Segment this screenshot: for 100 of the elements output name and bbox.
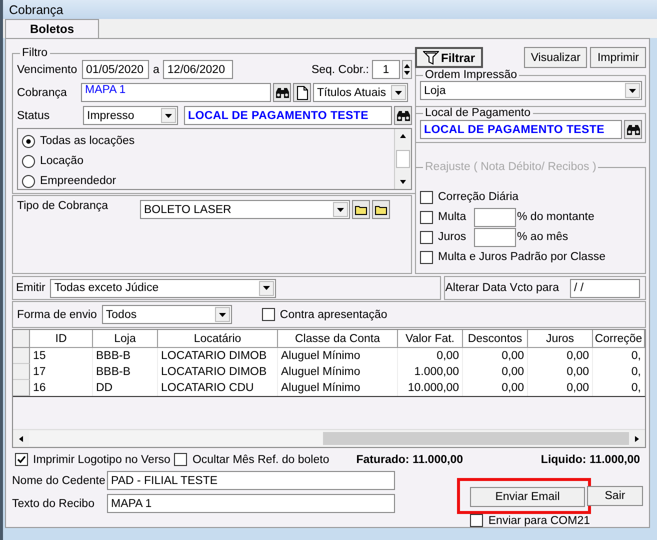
table-cell: 0,00	[463, 348, 528, 364]
checkbox-label: Ocultar Mês Ref. do boleto	[192, 454, 330, 466]
checkbox[interactable]	[15, 453, 28, 466]
unit-label: % ao mês	[517, 231, 568, 243]
filter-button[interactable]: Filtrar	[415, 47, 484, 68]
column-header[interactable]: Juros	[528, 330, 593, 348]
table-cell: Aluguel Mínimo	[278, 380, 398, 396]
radio-button[interactable]	[22, 174, 35, 188]
search-button[interactable]	[624, 120, 642, 139]
spinner-icon[interactable]	[402, 60, 412, 79]
binoculars-icon	[274, 86, 290, 98]
text-field[interactable]: LOCAL DE PAGAMENTO TESTE	[184, 106, 392, 125]
scrollbar[interactable]	[394, 129, 411, 189]
folder-button[interactable]	[352, 200, 370, 219]
checkbox-label: Multa	[438, 211, 468, 223]
percent-field[interactable]	[474, 228, 516, 246]
field-label: Forma de envio	[17, 308, 98, 320]
checkbox[interactable]	[262, 308, 275, 321]
column-header[interactable]: ID	[30, 330, 93, 348]
field-label: Texto do Recibo	[12, 498, 96, 510]
checkbox-label: Contra apresentação	[280, 308, 388, 320]
checkbox-label: Multa e Juros Padrão por Classe	[438, 251, 606, 263]
caret-icon	[629, 88, 636, 92]
column-header[interactable]: Valor Fat.	[398, 330, 463, 348]
window-title: Cobrança	[9, 2, 64, 16]
percent-field[interactable]	[474, 208, 516, 226]
dropdown[interactable]: Todos	[102, 305, 232, 324]
number-field[interactable]: 1	[372, 60, 400, 79]
exit-button[interactable]: Sair	[587, 486, 643, 506]
group-title: Local de Pagamento	[424, 107, 532, 119]
date-field[interactable]: / /	[570, 278, 640, 298]
caret-icon	[395, 90, 402, 94]
table-cell: LOCATARIO CDU	[158, 380, 278, 396]
new-document-button[interactable]	[293, 83, 311, 102]
total-label: Liquido: 11.000,00	[540, 454, 640, 466]
column-header[interactable]: Classe da Conta	[278, 330, 398, 348]
field-label: Alterar Data Vcto para	[445, 282, 560, 294]
radio-label: Locação	[40, 155, 84, 167]
table-cell: BBB-B	[93, 348, 158, 364]
text-field[interactable]: MAPA 1	[107, 494, 395, 513]
dropdown[interactable]: Impresso	[83, 106, 178, 125]
unit-label: % do montante	[517, 211, 594, 223]
table-cell: Aluguel Mínimo	[278, 348, 398, 364]
radio-button[interactable]	[22, 154, 35, 168]
scrollbar[interactable]	[13, 429, 645, 447]
down-arrow-icon	[400, 180, 406, 184]
checkbox[interactable]	[174, 453, 188, 466]
date-field[interactable]: 01/05/2020	[82, 60, 149, 79]
folder-button[interactable]	[372, 200, 390, 219]
text-field[interactable]: LOCAL DE PAGAMENTO TESTE	[420, 120, 622, 139]
field-label: Nome do Cedente	[12, 474, 106, 486]
caret-icon	[337, 208, 344, 212]
send-email-button[interactable]: Enviar Email	[470, 487, 585, 507]
column-header[interactable]: Locatário	[158, 330, 278, 348]
total-label: Faturado: 11.000,00	[356, 454, 463, 466]
binoculars-icon	[626, 124, 640, 136]
table-cell: Aluguel Mínimo	[278, 364, 398, 380]
tab[interactable]: Boletos	[5, 19, 100, 38]
search-button[interactable]	[273, 83, 291, 102]
radio-label: Todas as locações	[40, 135, 135, 147]
table-cell: 0,00	[528, 364, 593, 380]
field-label: Tipo de Cobrança	[17, 200, 109, 212]
left-arrow-icon	[19, 436, 23, 442]
column-header[interactable]: Correçõe	[593, 330, 645, 348]
table-cell: 0,	[593, 364, 645, 380]
up-arrow-icon	[400, 134, 406, 138]
text-field[interactable]: MAPA 1	[81, 83, 271, 102]
caret-icon	[263, 286, 270, 290]
table-cell: DD	[93, 380, 158, 396]
search-button[interactable]	[394, 106, 412, 125]
checkbox[interactable]	[470, 514, 484, 527]
table-cell: 0,00	[528, 348, 593, 364]
table-cell: BBB-B	[93, 364, 158, 380]
table-cell: 17	[30, 364, 93, 380]
folder-icon	[375, 204, 387, 214]
dropdown[interactable]: Loja	[420, 81, 642, 100]
checkbox-label: Enviar para COM21	[488, 514, 590, 526]
table-cell: LOCATARIO DIMOB	[158, 364, 278, 380]
table-cell: LOCATARIO DIMOB	[158, 348, 278, 364]
column-header[interactable]: Descontos	[463, 330, 528, 348]
checkbox-label: Juros	[438, 231, 468, 243]
table-cell: 0,00	[463, 364, 528, 380]
field-label: Cobrança	[17, 86, 68, 98]
right-arrow-icon	[635, 436, 639, 442]
caret-icon	[165, 114, 172, 118]
folder-icon	[355, 204, 367, 214]
action-button[interactable]: Visualizar	[524, 47, 588, 68]
action-button[interactable]: Imprimir	[590, 47, 646, 68]
dropdown[interactable]: Títulos Atuais	[313, 83, 408, 102]
text-field[interactable]: PAD - FILIAL TESTE	[107, 471, 395, 490]
dropdown[interactable]: BOLETO LASER	[140, 200, 350, 219]
binoculars-icon	[396, 110, 410, 122]
radio-button[interactable]	[22, 134, 35, 148]
dropdown[interactable]: Todas exceto Júdice	[50, 278, 276, 298]
group-title: Filtro	[21, 47, 49, 59]
column-header[interactable]: Loja	[93, 330, 158, 348]
group-title: Ordem Impressão	[424, 69, 518, 81]
field-label: a	[152, 64, 160, 76]
date-field[interactable]: 12/06/2020	[163, 60, 234, 79]
field-label: Emitir	[16, 282, 46, 294]
